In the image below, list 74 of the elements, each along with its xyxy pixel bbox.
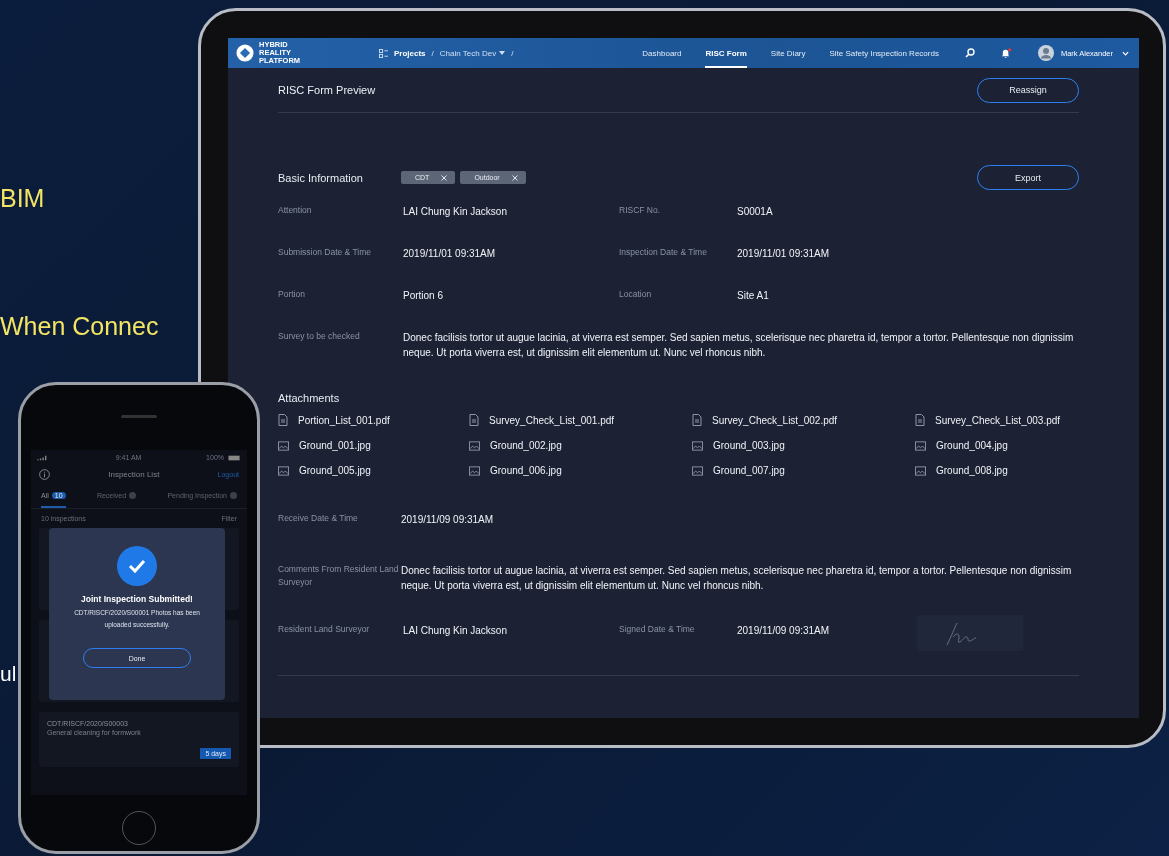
slide-text: BIM (0, 183, 45, 214)
attachment-link[interactable]: Ground_006.jpg (469, 465, 692, 476)
field-label: Inspection Date & Time (619, 246, 708, 259)
nav-tab[interactable]: RISC Form (705, 38, 747, 68)
battery-icon (228, 454, 241, 461)
image-icon (278, 465, 289, 476)
attachment-link[interactable]: Ground_002.jpg (469, 440, 692, 451)
image-icon (469, 440, 480, 451)
attachment-link[interactable]: Ground_008.jpg (915, 465, 1079, 476)
logo-icon (236, 44, 254, 62)
attachment-link[interactable]: Ground_007.jpg (692, 465, 915, 476)
section-title: Basic Information (278, 171, 364, 184)
field-value: LAI Chung Kin Jackson (403, 624, 508, 638)
attachment-link[interactable]: Survey_Check_List_003.pdf (915, 414, 1079, 426)
field-label: Location (619, 288, 653, 301)
slide-text: When Connec (0, 311, 159, 342)
field-label: Resident Land Surveyor (278, 623, 371, 636)
grid-icon (379, 48, 388, 58)
image-icon (915, 440, 926, 451)
info-icon[interactable] (39, 469, 50, 480)
document-icon (915, 414, 925, 426)
field-label: Attention (278, 204, 313, 217)
document-icon (469, 414, 479, 426)
nav-tab[interactable]: Dashboard (642, 38, 682, 68)
attachment-link[interactable]: Portion_List_001.pdf (278, 414, 469, 426)
field-label: Receive Date & Time (278, 512, 359, 525)
search-icon[interactable] (964, 48, 975, 58)
breadcrumb-link[interactable]: Projects (394, 48, 426, 58)
page-title: RISC Form Preview (278, 84, 376, 96)
attachment-link[interactable]: Ground_005.jpg (278, 465, 469, 476)
screen-title: Inspection List (107, 470, 161, 479)
attachment-link[interactable]: Survey_Check_List_001.pdf (469, 414, 692, 426)
field-value: 2019/11/09 09:31AM (401, 513, 495, 527)
breadcrumb-separator: / (511, 48, 514, 58)
attachment-link[interactable]: Ground_004.jpg (915, 440, 1079, 451)
field-label: Portion (278, 288, 306, 301)
avatar-icon[interactable] (1037, 45, 1054, 61)
project-dropdown[interactable]: Chain Tech Dev (439, 48, 506, 58)
document-icon (692, 414, 702, 426)
image-icon (469, 465, 480, 476)
field-value: 2019/11/09 09:31AM (737, 624, 831, 638)
field-label: Submission Date & Time (278, 246, 373, 259)
field-label: Survey to be checked (278, 330, 361, 343)
image-icon (692, 440, 703, 451)
attachment-link[interactable]: Ground_003.jpg (692, 440, 915, 451)
image-icon (278, 440, 289, 451)
image-icon (915, 465, 926, 476)
close-icon[interactable] (511, 174, 518, 181)
field-label: Signed Date & Time (619, 623, 696, 636)
document-icon (278, 414, 288, 426)
nav-tab[interactable]: Site Safety Inspection Records (829, 38, 939, 68)
section-title: Attachments (278, 392, 341, 404)
field-value: Portion 6 (403, 289, 445, 303)
nav-tab[interactable]: Site Diary (770, 38, 806, 68)
field-value: S0001A (737, 205, 774, 219)
field-value: 2019/11/01 09:31AM (403, 247, 497, 261)
dialog-title: Joint Inspection Submitted! (81, 594, 193, 604)
field-value: Donec facilisis tortor ut augue lacinia, at viverra est semper. Sed sapien metus, scelerisque nec pharetra id, tempor a tortor. Pellentesque non dignissim neque. Ut porta viverra est, ut dignissim elit elementum ut. Nunc vel rhoncus nibh. (401, 564, 1073, 593)
field-value: Site A1 (737, 289, 770, 303)
breadcrumb-separator: / (431, 48, 434, 58)
field-label: RISCF No. (619, 204, 662, 217)
chevron-down-icon[interactable] (1122, 50, 1129, 56)
field-label: Comments From Resident Land Surveyor (278, 563, 400, 589)
field-value: LAI Chung Kin Jackson (403, 205, 508, 219)
attachment-link[interactable]: Ground_001.jpg (278, 440, 469, 451)
close-icon[interactable] (441, 174, 448, 181)
field-value: 2019/11/01 09:31AM (737, 247, 831, 261)
caret-icon (499, 51, 506, 55)
field-value: Donec facilisis tortor ut augue lacinia, at viverra est semper. Sed sapien metus, scelerisque nec pharetra id, tempor a tortor. Pellentesque non dignissim neque. Ut porta viverra est, ut dignissim elit elementum ut. Nunc vel rhoncus nibh. (403, 331, 1075, 360)
slide-text: ul (0, 661, 17, 687)
check-circle-icon (117, 546, 157, 586)
image-icon (692, 465, 703, 476)
attachment-link[interactable]: Survey_Check_List_002.pdf (692, 414, 915, 426)
bell-icon[interactable] (1000, 47, 1012, 59)
